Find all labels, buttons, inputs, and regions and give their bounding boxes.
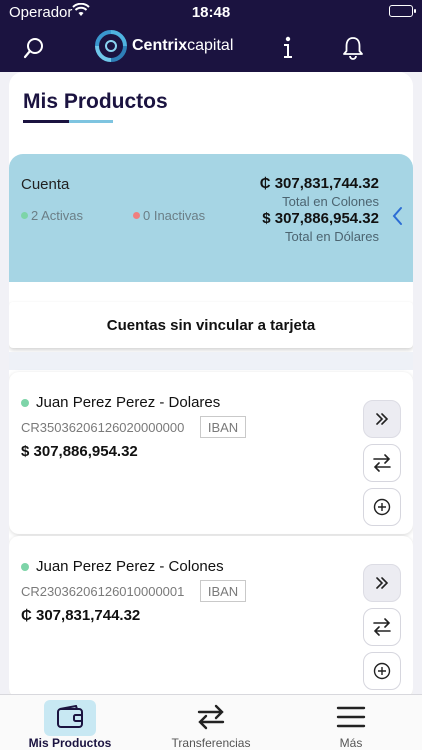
main-content: Mis Productos Cuenta 2 Activas 0 Inactiv… xyxy=(9,72,413,694)
total-dollars-amount: $ 307,886,954.32 xyxy=(262,210,379,227)
status-dot-icon xyxy=(21,398,29,407)
account-details-button[interactable] xyxy=(363,400,401,438)
account-name-label: Juan Perez Perez - Colones xyxy=(36,558,224,575)
search-icon[interactable] xyxy=(20,34,48,62)
brand-name-strong: Centrix xyxy=(132,37,188,54)
plus-circle-icon xyxy=(373,662,391,680)
account-details-button[interactable] xyxy=(363,564,401,602)
total-colones-amount: ₵ 307,831,744.32 xyxy=(259,175,379,192)
tab-mis-productos[interactable]: Mis Productos xyxy=(0,695,140,750)
summary-label: Cuenta xyxy=(21,176,70,193)
add-button[interactable] xyxy=(363,652,401,690)
title-underline xyxy=(23,120,69,123)
iban-number: CR23036206126010000001 xyxy=(21,584,185,599)
brand-logo: Centrix capital xyxy=(94,28,233,64)
transfer-icon xyxy=(141,702,281,732)
bottom-tab-bar: Mis Productos Transferencias Más xyxy=(0,694,422,750)
notifications-bell-icon[interactable] xyxy=(339,34,367,62)
iban-number: CR35036206126020000000 xyxy=(21,420,185,435)
title-underline-accent xyxy=(69,120,113,123)
account-name: Juan Perez Perez - Dolares xyxy=(21,394,220,411)
tab-transferencias[interactable]: Transferencias xyxy=(141,695,281,750)
account-name-label: Juan Perez Perez - Dolares xyxy=(36,394,221,411)
account-balance: ₵ 307,831,744.32 xyxy=(21,607,141,624)
clock: 18:48 xyxy=(191,4,231,21)
plus-circle-icon xyxy=(373,498,391,516)
add-button[interactable] xyxy=(363,488,401,526)
wallet-icon xyxy=(0,700,140,736)
tab-label: Mis Productos xyxy=(28,736,112,750)
active-count-label: 2 Activas xyxy=(31,208,84,223)
unlinked-accounts-button[interactable]: Cuentas sin vincular a tarjeta xyxy=(9,302,413,348)
iban-badge[interactable]: IBAN xyxy=(200,580,246,602)
double-chevron-right-icon xyxy=(376,577,389,589)
transfer-button[interactable] xyxy=(363,608,401,646)
inactive-dot-icon xyxy=(133,212,140,219)
account-balance: $ 307,886,954.32 xyxy=(21,443,138,460)
accounts-summary-card[interactable]: Cuenta 2 Activas 0 Inactivas ₵ 307,831,7… xyxy=(9,154,413,282)
page-title: Mis Productos xyxy=(23,90,168,113)
tab-label: Transferencias xyxy=(171,736,251,750)
total-colones-label: Total en Colones xyxy=(282,194,379,209)
total-dollars-label: Total en Dólares xyxy=(285,229,379,244)
logo-mark-icon xyxy=(95,30,127,62)
app-header: Operador 18:48 Centrix capital xyxy=(0,0,422,72)
section-divider xyxy=(9,352,413,370)
status-bar: Operador 18:48 xyxy=(0,0,422,24)
brand-name-light: capital xyxy=(187,37,234,54)
tab-label: Más xyxy=(339,736,363,750)
active-dot-icon xyxy=(21,212,28,219)
chevron-left-icon[interactable] xyxy=(391,206,403,231)
status-dot-icon xyxy=(21,562,29,571)
transfer-arrows-icon xyxy=(373,618,391,636)
iban-badge[interactable]: IBAN xyxy=(200,416,246,438)
account-card[interactable]: Juan Perez Perez - Dolares CR35036206126… xyxy=(9,372,413,534)
tab-mas[interactable]: Más xyxy=(281,695,421,750)
inactive-count-label: 0 Inactivas xyxy=(143,208,206,223)
double-chevron-right-icon xyxy=(376,413,389,425)
inactive-count: 0 Inactivas xyxy=(133,208,205,223)
account-card[interactable]: Juan Perez Perez - Colones CR23036206126… xyxy=(9,536,413,694)
account-name: Juan Perez Perez - Colones xyxy=(21,558,224,575)
info-icon[interactable] xyxy=(274,34,302,62)
menu-icon xyxy=(281,702,421,732)
transfer-arrows-icon xyxy=(373,454,391,472)
battery-icon xyxy=(389,5,416,17)
transfer-button[interactable] xyxy=(363,444,401,482)
active-count: 2 Activas xyxy=(21,208,83,223)
